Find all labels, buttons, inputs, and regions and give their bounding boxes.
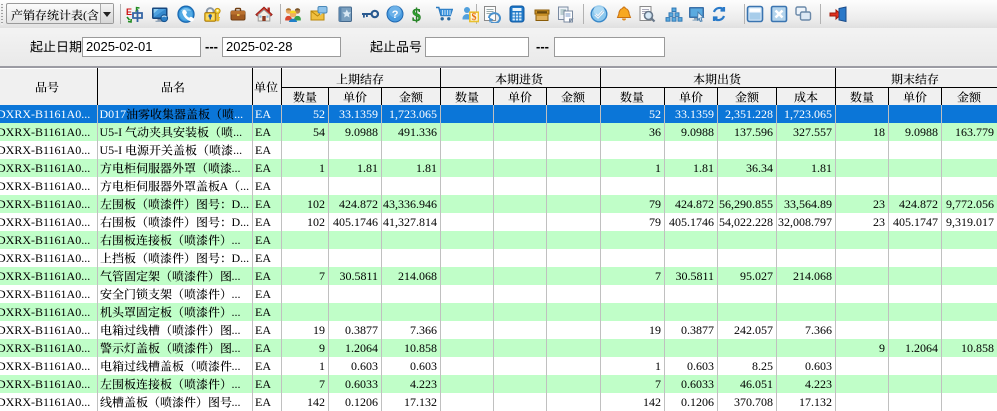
svg-text:E: E (126, 7, 132, 17)
svg-text:$: $ (472, 12, 477, 23)
svg-text:$: $ (412, 5, 421, 23)
svg-text:?: ? (392, 9, 399, 21)
